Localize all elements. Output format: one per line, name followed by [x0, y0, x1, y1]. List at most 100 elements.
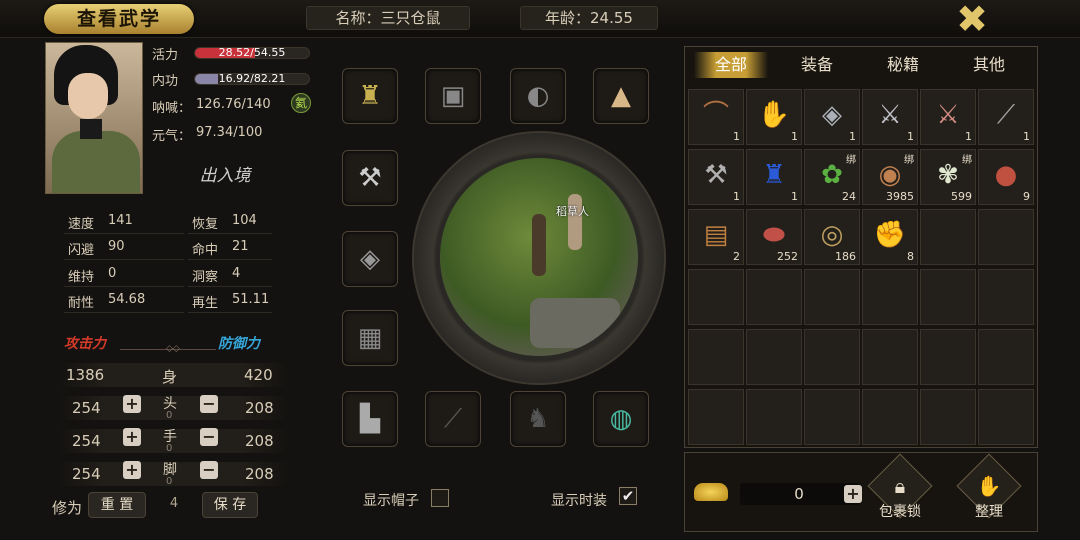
inventory-slot[interactable]	[978, 269, 1034, 325]
shoulder-icon: ◐	[526, 81, 550, 111]
inventory-tab[interactable]: 秘籍	[866, 52, 940, 78]
minus-icon: −	[202, 394, 216, 413]
inventory-slot[interactable]	[746, 329, 802, 385]
inventory-slot[interactable]: ⚔ 1	[920, 89, 976, 145]
show-fashion-checkbox[interactable]: ✔	[619, 487, 637, 505]
ring-icon: ◍	[609, 404, 633, 434]
inventory-slot[interactable]: ◈ 1	[804, 89, 860, 145]
inventory-slot[interactable]: ◎ 186	[804, 209, 860, 265]
inventory-slot[interactable]	[920, 389, 976, 445]
character-portrait	[45, 42, 143, 194]
part-points: 0	[166, 476, 173, 487]
inventory-slot[interactable]	[746, 389, 802, 445]
inventory-slot[interactable]	[978, 329, 1034, 385]
inventory-slot[interactable]: ◉ 绑 3985	[862, 149, 918, 205]
inventory-slot[interactable]: ⬬ 252	[746, 209, 802, 265]
item-count: 599	[951, 190, 972, 203]
inventory-slot[interactable]	[862, 269, 918, 325]
attr-value: 54.68	[108, 292, 146, 307]
add-gold-button[interactable]: +	[844, 485, 862, 503]
part-attack-plus-button[interactable]: +	[123, 395, 141, 413]
part-minus-button[interactable]: −	[200, 428, 218, 446]
equip-slot-offhand[interactable]: ⟋	[425, 391, 481, 447]
body-label: 身	[162, 368, 178, 386]
inventory-slot[interactable]	[862, 329, 918, 385]
inventory-slot[interactable]: ✿ 绑 24	[804, 149, 860, 205]
skirt-icon: ▦	[357, 323, 383, 353]
equip-slot-belt[interactable]: ▦	[342, 310, 398, 366]
inventory-slot[interactable]	[920, 209, 976, 265]
divider	[188, 233, 272, 234]
reset-button[interactable]: 重 置	[88, 492, 146, 518]
attr-label: 速度	[68, 217, 95, 232]
plus-icon: +	[125, 460, 139, 479]
item-count: 3985	[886, 190, 914, 203]
inventory-tab[interactable]: 全部	[694, 52, 768, 78]
bound-tag: 绑	[962, 155, 972, 166]
inventory-slot[interactable]: ⚔ 1	[862, 89, 918, 145]
inventory-tab[interactable]: 装备	[780, 52, 854, 78]
equip-slot-armor[interactable]: ♜	[342, 68, 398, 124]
inventory-slot[interactable]: ✊ 8	[862, 209, 918, 265]
straw-hat-icon: ▲	[611, 81, 631, 111]
equip-slot-chest[interactable]: ▣	[425, 68, 481, 124]
item-count: 1	[791, 190, 798, 203]
inventory-slot[interactable]	[804, 389, 860, 445]
inventory-slot[interactable]	[688, 269, 744, 325]
part-minus-button[interactable]: −	[200, 461, 218, 479]
save-button[interactable]: 保 存	[202, 492, 258, 518]
page-title: 查看武学	[44, 4, 194, 34]
item-count: 9	[1023, 190, 1030, 203]
inventory-slot[interactable]: ● 9	[978, 149, 1034, 205]
inventory-slot[interactable]	[746, 269, 802, 325]
inventory-slot[interactable]	[804, 329, 860, 385]
equip-slot-shoulder[interactable]: ◐	[510, 68, 566, 124]
character-preview[interactable]	[440, 158, 638, 356]
bracer-icon: ◈	[360, 244, 380, 274]
equip-slot-boots[interactable]: ▙	[342, 391, 398, 447]
inventory-slot[interactable]	[920, 329, 976, 385]
inventory-slot[interactable]	[978, 389, 1034, 445]
inventory-tab[interactable]: 其他	[952, 52, 1026, 78]
status-badge-icon[interactable]: 氦	[291, 93, 311, 113]
inventory-slot[interactable]: ♜ 1	[746, 149, 802, 205]
equip-slot-weapon[interactable]: ⚒	[342, 150, 398, 206]
divider	[188, 312, 272, 313]
equip-slot-ring[interactable]: ◍	[593, 391, 649, 447]
attr-value: 104	[232, 213, 257, 228]
attr-label: 维持	[68, 270, 95, 285]
body-defense: 420	[244, 366, 273, 384]
equip-slot-hands[interactable]: ◈	[342, 231, 398, 287]
inventory-slot[interactable]: ⟋ 1	[978, 89, 1034, 145]
hand-icon: ✋	[976, 474, 1002, 498]
inventory-slot[interactable]: ✋ 1	[746, 89, 802, 145]
attr-value: 90	[108, 239, 125, 254]
inventory-slot[interactable]: ✾ 绑 599	[920, 149, 976, 205]
minus-icon: −	[202, 460, 216, 479]
show-hat-checkbox[interactable]	[431, 489, 449, 507]
inventory-slot[interactable]: ▤ 2	[688, 209, 744, 265]
inventory-slot[interactable]: ⚒ 1	[688, 149, 744, 205]
inventory-slot[interactable]	[688, 329, 744, 385]
close-button[interactable]: ✖	[954, 0, 990, 38]
part-defense: 208	[245, 399, 274, 417]
inventory-slot[interactable]	[862, 389, 918, 445]
item-count: 1	[791, 130, 798, 143]
part-attack-plus-button[interactable]: +	[123, 428, 141, 446]
inventory-slot[interactable]	[688, 389, 744, 445]
equip-slot-hat[interactable]: ▲	[593, 68, 649, 124]
attr-value: 51.11	[232, 292, 270, 307]
close-icon: ✖	[956, 0, 988, 41]
part-minus-button[interactable]: −	[200, 395, 218, 413]
cultivation-label: 修为	[52, 499, 83, 517]
part-attack-plus-button[interactable]: +	[123, 461, 141, 479]
inventory-slot[interactable]: ⌒ 1	[688, 89, 744, 145]
defense-heading: 防御力	[218, 336, 260, 352]
equip-slot-cloak[interactable]: ♞	[510, 391, 566, 447]
attr-label: 再生	[192, 296, 219, 311]
inventory-slot[interactable]	[804, 269, 860, 325]
inventory-slot[interactable]	[920, 269, 976, 325]
inner-power-value: 16.92/82.21	[218, 72, 286, 85]
inventory-slot[interactable]	[978, 209, 1034, 265]
divider	[188, 259, 272, 260]
